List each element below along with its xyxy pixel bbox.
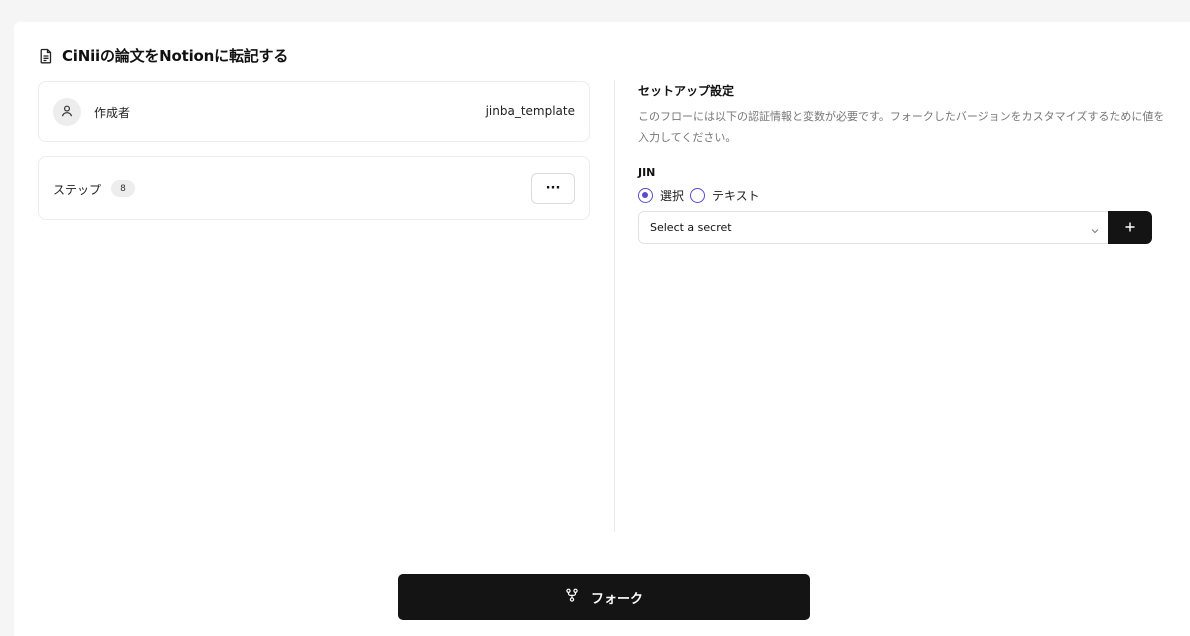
setup-description: このフローには以下の認証情報と変数が必要です。フォークしたバージョンをカスタマイ…: [638, 110, 1165, 144]
author-name: jinba_template: [485, 104, 575, 118]
add-secret-button[interactable]: [1108, 211, 1152, 244]
fork-icon: [565, 588, 579, 606]
steps-count-badge: 8: [111, 180, 135, 197]
input-mode-radio-group: 選択 テキスト: [638, 187, 766, 204]
radio-select[interactable]: [638, 188, 653, 203]
more-options-button[interactable]: ···: [531, 173, 575, 204]
radio-text[interactable]: [690, 188, 706, 203]
column-divider: [614, 80, 615, 532]
steps-label: ステップ: [53, 183, 102, 197]
flow-detail-panel: CiNiiの論文をNotionに転記する 作成者 jinba_template …: [14, 22, 1190, 636]
setup-title: セットアップ設定: [638, 84, 735, 98]
page-header: CiNiiの論文をNotionに転記する: [38, 45, 288, 66]
secret-select-value: Select a secret: [650, 221, 732, 234]
more-icon: ···: [545, 181, 561, 196]
fork-button[interactable]: フォーク: [398, 574, 810, 620]
page-title: CiNiiの論文をNotionに転記する: [62, 47, 289, 65]
document-icon: [38, 48, 54, 64]
author-card: 作成者 jinba_template: [38, 81, 590, 142]
radio-text-label[interactable]: テキスト: [712, 187, 760, 204]
plus-icon: [1124, 218, 1136, 237]
steps-card: ステップ 8 ···: [38, 156, 590, 220]
avatar: [53, 98, 81, 126]
jin-field-label: JIN: [638, 166, 656, 179]
fork-button-label: フォーク: [590, 591, 643, 607]
chevron-down-icon: [1089, 222, 1101, 241]
radio-select-label[interactable]: 選択: [660, 187, 684, 204]
user-icon: [60, 103, 74, 122]
secret-select[interactable]: Select a secret: [638, 211, 1110, 244]
author-label: 作成者: [94, 106, 131, 120]
